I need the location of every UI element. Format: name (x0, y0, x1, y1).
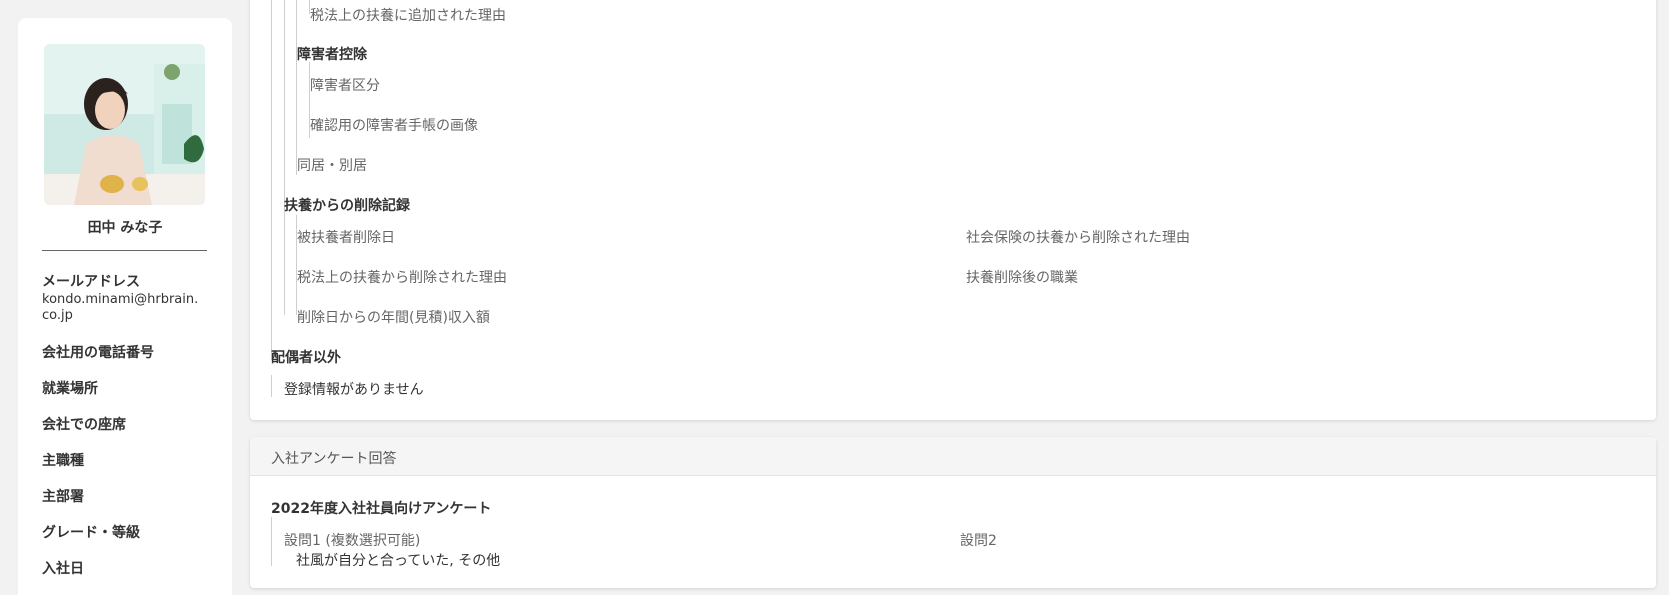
cohabitation-label: 同居・別居 (297, 158, 367, 174)
disability-certificate-image-label: 確認用の障害者手帳の画像 (310, 118, 478, 134)
email-label: メールアドレス (42, 274, 140, 290)
non-spouse-heading: 配偶者以外 (271, 350, 341, 366)
guide-line (271, 375, 272, 397)
tax-removal-reason-label: 税法上の扶養から削除された理由 (297, 270, 507, 286)
guide-line (296, 0, 297, 175)
dependents-card: 税法上の扶養に追加された理由 障害者控除 障害者区分 確認用の障害者手帳の画像 … (250, 0, 1656, 420)
office-seat-label: 会社での座席 (42, 417, 126, 433)
onboarding-survey-card: 入社アンケート回答 2022年度入社社員向けアンケート 設問1 (複数選択可能)… (250, 437, 1656, 588)
divider (42, 250, 207, 251)
removal-record-heading: 扶養からの削除記録 (284, 198, 410, 214)
avatar (44, 44, 205, 205)
user-name: 田中 みな子 (87, 220, 163, 236)
occupation-after-removal-label: 扶養削除後の職業 (966, 270, 1078, 286)
disability-category-label: 障害者区分 (310, 78, 380, 94)
guide-line (271, 0, 272, 360)
main-job-type-label: 主職種 (42, 453, 84, 469)
guide-line (284, 0, 285, 315)
question-1-label: 設問1 (複数選択可能) (284, 533, 421, 549)
main-department-label: 主部署 (42, 489, 84, 505)
tax-added-reason-label: 税法上の扶養に追加された理由 (310, 8, 506, 24)
disability-deduction-heading: 障害者控除 (297, 47, 367, 63)
question-1-answer: 社風が自分と合っていた, その他 (296, 553, 501, 569)
annual-income-label: 削除日からの年間(見積)収入額 (297, 310, 490, 326)
survey-card-header: 入社アンケート回答 (250, 437, 1656, 476)
hire-date-label: 入社日 (42, 561, 84, 577)
guide-line (271, 517, 272, 566)
social-insurance-removal-reason-label: 社会保険の扶養から削除された理由 (966, 230, 1190, 246)
survey-card-title: 入社アンケート回答 (271, 451, 397, 467)
profile-sidebar: 田中 みな子 メールアドレス kondo.minami@hrbrain.co.j… (18, 18, 232, 595)
question-2-label: 設問2 (960, 533, 997, 549)
no-records-text: 登録情報がありません (284, 382, 424, 398)
grade-label: グレード・等級 (42, 525, 140, 541)
removal-date-label: 被扶養者削除日 (297, 230, 395, 246)
survey-title: 2022年度入社社員向けアンケート (271, 501, 492, 517)
company-phone-label: 会社用の電話番号 (42, 345, 154, 361)
work-location-label: 就業場所 (42, 381, 98, 397)
email-value: kondo.minami@hrbrain.co.jp (42, 292, 199, 323)
